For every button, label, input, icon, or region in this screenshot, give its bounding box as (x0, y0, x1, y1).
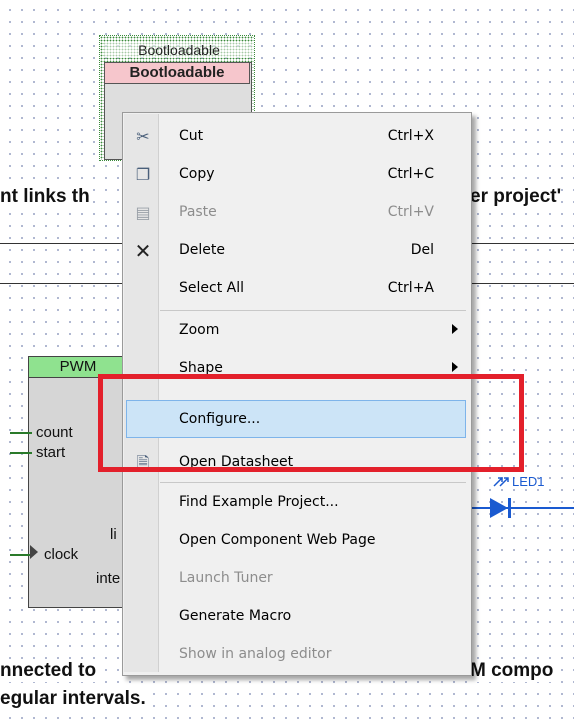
menu-item-show-in-analog-editor[interactable]: Show in analog editor (124, 636, 468, 673)
annotation-text-line2-right: M compo (470, 660, 554, 682)
menu-item-copy[interactable]: ❐ Copy Ctrl+C (124, 156, 468, 193)
led-diode-icon[interactable] (488, 496, 514, 520)
menu-item-cut[interactable]: ✂ Cut Ctrl+X (124, 118, 468, 155)
menu-item-label: Select All (179, 280, 244, 296)
menu-item-delete[interactable]: ✕ Delete Del (124, 232, 468, 269)
pin-inte: inte (96, 570, 121, 587)
clock-pin-arrow-icon (30, 545, 38, 559)
menu-item-label: Copy (179, 166, 215, 182)
led-label: LED1 (512, 474, 545, 489)
count-wire (10, 432, 32, 434)
pin-li: li (110, 526, 117, 543)
menu-item-label: Paste (179, 204, 217, 220)
menu-item-find-example-project[interactable]: Find Example Project... (124, 484, 468, 521)
annotation-text-line2-left: nnected to (0, 660, 97, 682)
led-wire (470, 507, 574, 509)
menu-item-label: Find Example Project... (179, 494, 339, 510)
menu-item-label: Cut (179, 128, 204, 144)
menu-item-label: Zoom (179, 322, 220, 338)
menu-separator (160, 482, 466, 483)
menu-item-label: Delete (179, 242, 225, 258)
menu-item-label: Open Component Web Page (179, 532, 376, 548)
menu-item-shortcut: Ctrl+C (387, 166, 434, 182)
menu-item-label: Show in analog editor (179, 646, 332, 662)
pin-start: start (36, 444, 66, 461)
annotation-text-line3: egular intervals. (0, 688, 146, 710)
menu-separator (160, 310, 466, 311)
menu-item-launch-tuner[interactable]: Launch Tuner (124, 560, 468, 597)
submenu-arrow-icon (452, 324, 458, 334)
pin-count: count (36, 424, 73, 441)
led-emission-arrows-icon (493, 477, 509, 487)
pin-clock: clock (44, 546, 79, 563)
bootloadable-instance-label: Bootloadable (104, 42, 254, 58)
scissors-icon: ✂ (136, 127, 150, 146)
menu-item-shortcut: Ctrl+A (387, 280, 434, 296)
copy-icon: ❐ (135, 165, 151, 184)
menu-item-shortcut: Del (410, 242, 434, 258)
menu-item-paste[interactable]: ▤ Paste Ctrl+V (124, 194, 468, 231)
menu-item-label: Launch Tuner (179, 570, 273, 586)
paste-icon: ▤ (135, 203, 151, 222)
menu-item-open-component-web-page[interactable]: Open Component Web Page (124, 522, 468, 559)
clock-wire (10, 554, 32, 556)
start-wire (10, 452, 32, 454)
menu-item-select-all[interactable]: Select All Ctrl+A (124, 270, 468, 307)
bootloadable-title: Bootloadable (104, 62, 250, 84)
menu-item-label: Generate Macro (179, 608, 292, 624)
submenu-arrow-icon (452, 362, 458, 372)
menu-item-generate-macro[interactable]: Generate Macro (124, 598, 468, 635)
annotation-text-line1-right: er project' (470, 186, 562, 208)
red-highlight-box (98, 374, 524, 472)
menu-item-shortcut: Ctrl+V (387, 204, 434, 220)
delete-x-icon: ✕ (134, 239, 152, 263)
menu-item-shortcut: Ctrl+X (387, 128, 434, 144)
annotation-text-line1-left: nt links th (0, 186, 90, 208)
menu-item-zoom[interactable]: Zoom (124, 312, 468, 349)
